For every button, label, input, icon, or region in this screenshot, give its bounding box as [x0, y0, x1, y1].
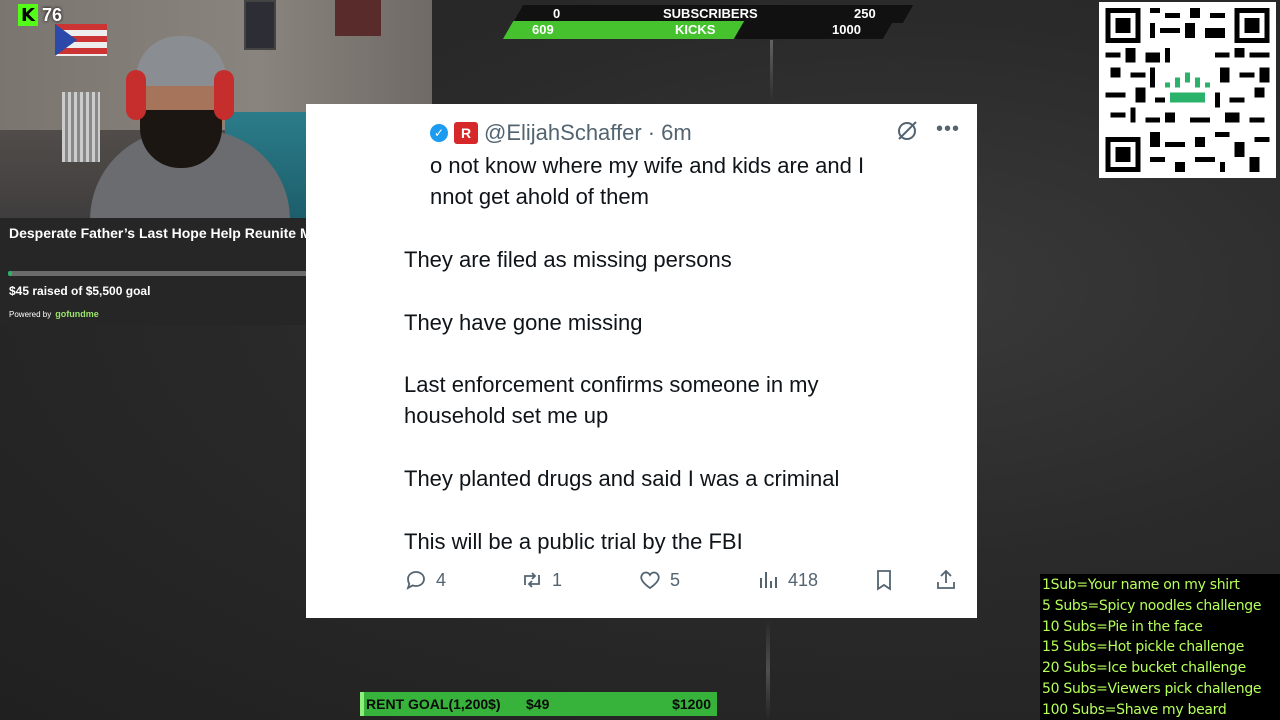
tweet-time: · 6m	[647, 120, 692, 145]
bookmark-icon	[877, 570, 891, 591]
grok-icon[interactable]	[896, 120, 918, 148]
gofundme-powered-by: Powered by gofundme	[9, 309, 99, 319]
views-button[interactable]: 418	[756, 568, 818, 592]
rent-goal-label: RENT GOAL(1,200$)	[366, 696, 501, 712]
bookmark-button[interactable]	[872, 568, 896, 592]
subscribers-current: 0	[553, 6, 561, 21]
share-icon	[937, 569, 955, 589]
challenge-item: 15 Subs=Hot pickle challenge	[1042, 639, 1245, 656]
affiliate-badge-icon: R	[454, 122, 478, 144]
more-options-icon[interactable]: •••	[936, 118, 960, 141]
gofundme-raised: $45 raised of $5,500 goal	[9, 284, 151, 298]
tweet-text-line: o not know where my wife and kids are an…	[430, 153, 865, 178]
like-count: 5	[670, 569, 681, 590]
rent-goal-current: $49	[526, 696, 550, 712]
views-chart-icon	[760, 572, 777, 588]
tweet-text-line: household set me up	[404, 403, 609, 428]
rent-goal-fill	[360, 692, 364, 716]
challenge-item: 100 Subs=Shave my beard	[1042, 701, 1227, 718]
qr-code	[1099, 2, 1276, 178]
kicks-label: KICKS	[675, 22, 716, 37]
gofundme-logo: gofundme	[55, 309, 99, 319]
share-button[interactable]	[934, 568, 958, 592]
challenge-item: 20 Subs=Ice bucket challenge	[1042, 660, 1246, 677]
kick-logo-icon: K	[18, 4, 38, 26]
heart-icon	[640, 571, 660, 590]
tweet-text-line: They planted drugs and said I was a crim…	[404, 466, 840, 491]
gofundme-progress-fill	[8, 271, 13, 276]
tweet-text-line: Last enforcement confirms someone in my	[404, 372, 819, 397]
background-streak	[766, 620, 770, 720]
challenge-item: 1Sub=Your name on my shirt	[1042, 577, 1240, 593]
tweet-header: ✓ R @ElijahSchaffer · 6m	[430, 120, 692, 146]
reply-button[interactable]: 4	[404, 568, 446, 592]
repost-count: 1	[552, 569, 563, 590]
tweet-handle[interactable]: @ElijahSchaffer	[484, 120, 642, 146]
repost-button[interactable]: 1	[520, 568, 562, 592]
rent-goal-target: $1200	[672, 696, 711, 712]
challenge-item: 5 Subs=Spicy noodles challenge	[1042, 597, 1262, 614]
viewer-count: 76	[42, 4, 63, 25]
kicks-current: 609	[532, 22, 554, 37]
like-button[interactable]: 5	[638, 568, 680, 592]
tweet-text-line: This will be a public trial by the FBI	[404, 529, 743, 554]
tweet-text-line: nnot get ahold of them	[430, 184, 649, 209]
background-streak	[770, 40, 773, 100]
reply-count: 4	[436, 569, 447, 590]
view-count: 418	[788, 569, 819, 590]
sub-challenges-list: 1Sub=Your name on my shirt 5 Subs=Spicy …	[1040, 574, 1280, 720]
challenge-item: 50 Subs=Viewers pick challenge	[1042, 680, 1262, 697]
tweet-card: ✓ R @ElijahSchaffer · 6m ••• o not know …	[306, 104, 977, 618]
flag-poster	[55, 24, 107, 56]
tweet-text-line: They are filed as missing persons	[404, 247, 732, 272]
reply-icon	[406, 571, 425, 590]
kicks-target: 1000	[832, 22, 861, 37]
tweet-actions: 4 1 5 418	[404, 566, 964, 598]
tweet-text-line: They have gone missing	[404, 310, 643, 335]
powered-label: Powered by	[9, 309, 52, 319]
kick-viewer-badge: K 76	[18, 4, 62, 26]
verified-badge-icon: ✓	[430, 124, 448, 142]
repost-icon	[524, 572, 540, 588]
challenge-item: 10 Subs=Pie in the face	[1042, 618, 1203, 635]
qr-code-icon	[1105, 8, 1270, 172]
rent-goal-bar: RENT GOAL(1,200$) $49 $1200	[360, 692, 717, 716]
